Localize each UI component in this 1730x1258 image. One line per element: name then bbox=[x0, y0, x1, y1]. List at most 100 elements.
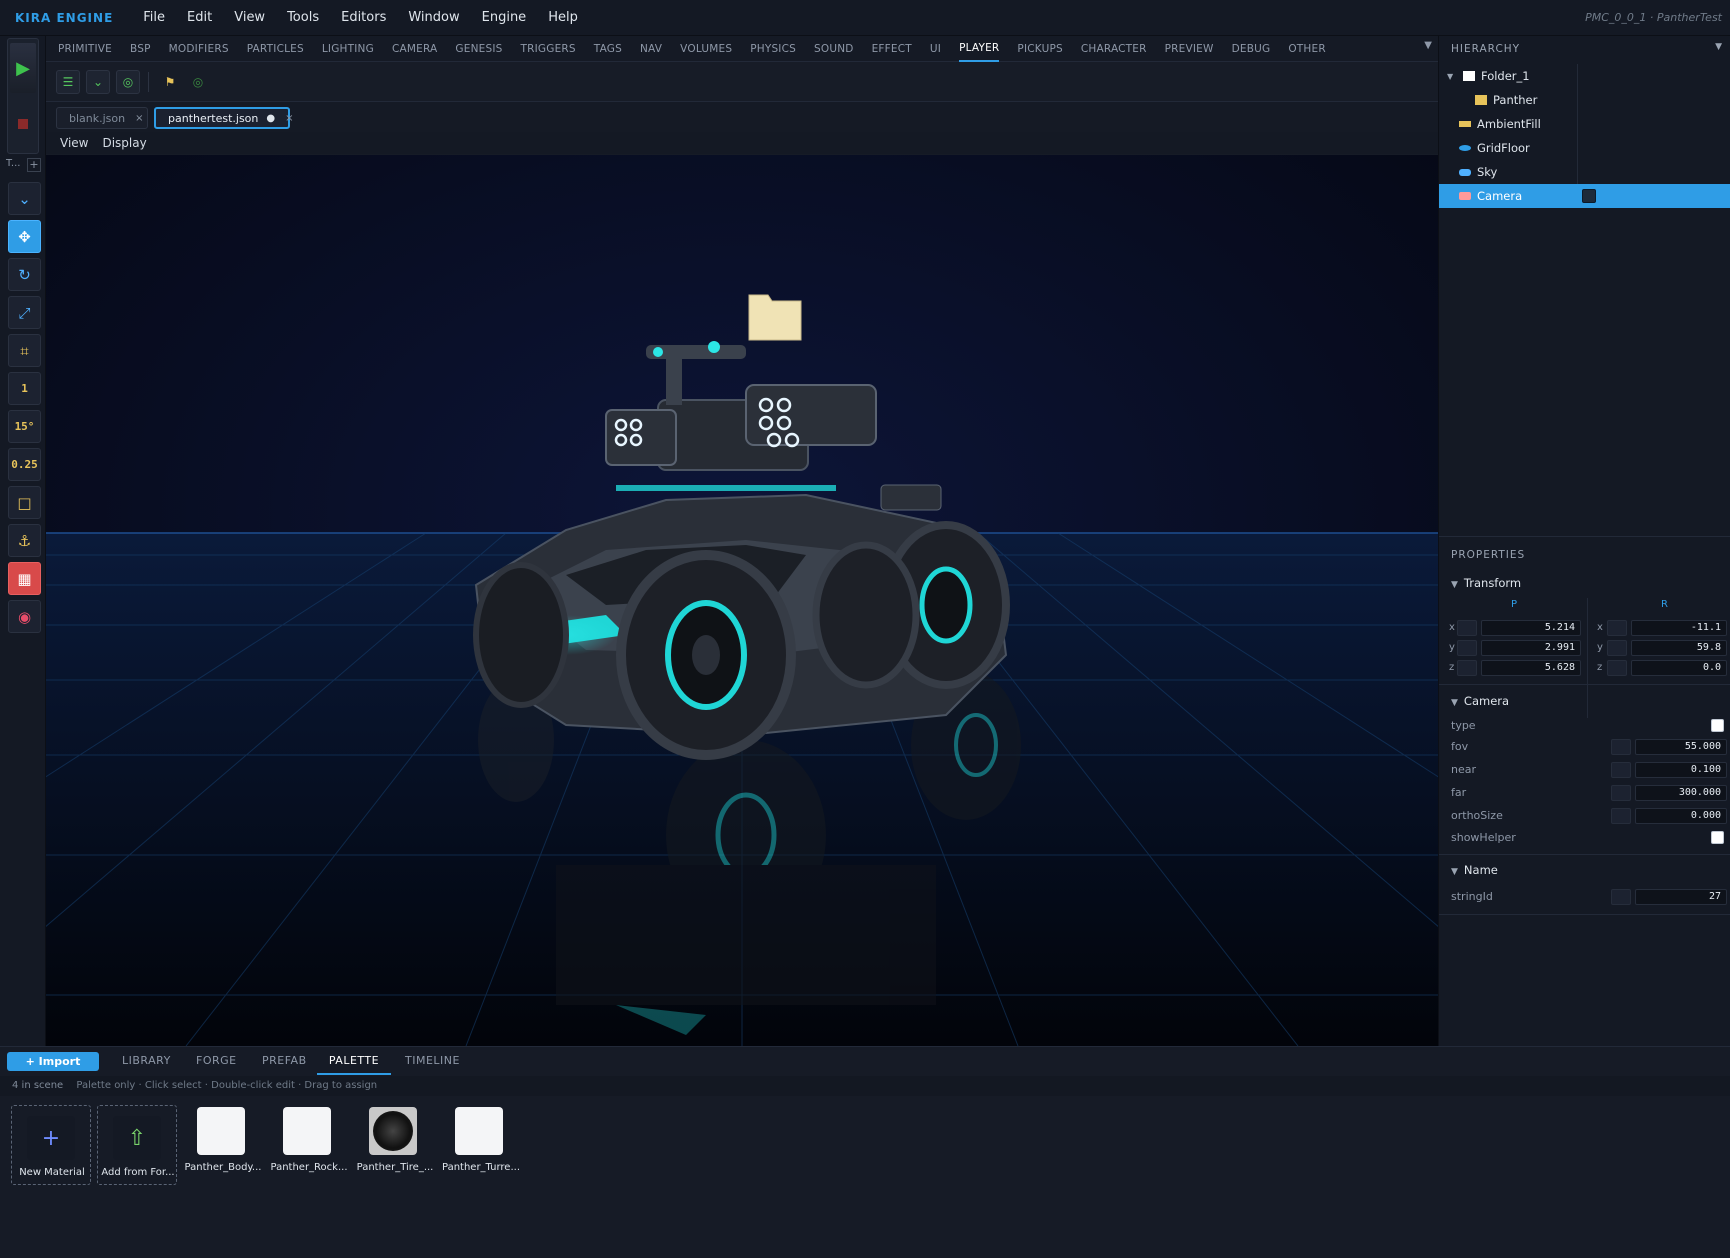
tab-primitive[interactable]: PRIMITIVE bbox=[58, 36, 112, 62]
close-icon[interactable]: × bbox=[135, 113, 143, 124]
flag-button[interactable]: ⚑ bbox=[158, 70, 182, 94]
menu-edit[interactable]: Edit bbox=[187, 10, 212, 25]
tab-palette[interactable]: PALETTE bbox=[317, 1051, 391, 1075]
ortho-size-field[interactable]: 0.000 bbox=[1635, 808, 1727, 824]
crop-tool[interactable]: ⌗ bbox=[8, 334, 41, 367]
keyframe-button[interactable] bbox=[1607, 660, 1627, 676]
tab-character[interactable]: CHARACTER bbox=[1081, 36, 1147, 62]
hierarchy-item-sky[interactable]: Sky bbox=[1439, 160, 1730, 184]
tab-volumes[interactable]: VOLUMES bbox=[680, 36, 732, 62]
material-panther-rock[interactable]: Panther_Rock... bbox=[269, 1107, 349, 1185]
list-button[interactable]: ☰ bbox=[56, 70, 80, 94]
tab-genesis[interactable]: GENESIS bbox=[455, 36, 502, 62]
tab-library[interactable]: LIBRARY bbox=[122, 1051, 171, 1075]
move-tool[interactable]: ✥ bbox=[8, 220, 41, 253]
menu-help[interactable]: Help bbox=[548, 10, 578, 25]
material-panther-tire[interactable]: Panther_Tire_... bbox=[355, 1107, 435, 1185]
position-z-field[interactable]: 5.628 bbox=[1481, 660, 1581, 676]
rotate-tool[interactable]: ↻ bbox=[8, 258, 41, 291]
tab-lighting[interactable]: LIGHTING bbox=[322, 36, 374, 62]
stop-button[interactable] bbox=[10, 99, 36, 149]
far-field[interactable]: 300.000 bbox=[1635, 785, 1727, 801]
angle-snap-button[interactable]: 15° bbox=[8, 410, 41, 443]
tab-nav[interactable]: NAV bbox=[640, 36, 662, 62]
string-id-field[interactable]: 27 bbox=[1635, 889, 1727, 905]
rotation-x-field[interactable]: -11.1 bbox=[1631, 620, 1727, 636]
tab-forge[interactable]: FORGE bbox=[196, 1051, 237, 1075]
tab-ui[interactable]: UI bbox=[930, 36, 941, 62]
hierarchy-collapse-icon[interactable]: ▼ bbox=[1715, 42, 1722, 52]
target-button[interactable]: ◎ bbox=[116, 70, 140, 94]
menu-file[interactable]: File bbox=[143, 10, 165, 25]
import-button[interactable]: + Import bbox=[7, 1052, 99, 1071]
name-section-header[interactable]: ▼ Name bbox=[1439, 858, 1730, 882]
tab-prefab[interactable]: PREFAB bbox=[262, 1051, 307, 1075]
tab-effect[interactable]: EFFECT bbox=[872, 36, 912, 62]
hierarchy-item-folder[interactable]: ▼ Folder_1 bbox=[1439, 64, 1730, 88]
display-menu[interactable]: Display bbox=[102, 136, 146, 150]
keyframe-button[interactable] bbox=[1611, 889, 1631, 905]
position-y-field[interactable]: 2.991 bbox=[1481, 640, 1581, 656]
show-helper-checkbox[interactable] bbox=[1711, 831, 1724, 844]
waypoint-button[interactable]: ◎ bbox=[186, 70, 210, 94]
rotation-z-field[interactable]: 0.0 bbox=[1631, 660, 1727, 676]
pivot-toggle[interactable]: ⚓ bbox=[8, 524, 41, 557]
bounds-toggle[interactable]: □ bbox=[8, 486, 41, 519]
hierarchy-item-ambientfill[interactable]: AmbientFill bbox=[1439, 112, 1730, 136]
more-tabs-dropdown-icon[interactable]: ▼ bbox=[1424, 40, 1432, 51]
play-button[interactable]: ▶ bbox=[10, 43, 36, 93]
record-toggle[interactable]: ◉ bbox=[8, 600, 41, 633]
menu-tools[interactable]: Tools bbox=[287, 10, 319, 25]
tab-tags[interactable]: TAGS bbox=[594, 36, 622, 62]
tab-bsp[interactable]: BSP bbox=[130, 36, 151, 62]
keyframe-button[interactable] bbox=[1611, 808, 1631, 824]
tab-physics[interactable]: PHYSICS bbox=[750, 36, 796, 62]
view-menu[interactable]: View bbox=[60, 136, 88, 150]
tab-particles[interactable]: PARTICLES bbox=[247, 36, 304, 62]
hierarchy-item-panther[interactable]: Panther bbox=[1439, 88, 1730, 112]
rotation-y-field[interactable]: 59.8 bbox=[1631, 640, 1727, 656]
hierarchy-item-camera[interactable]: Camera bbox=[1439, 184, 1730, 208]
keyframe-button[interactable] bbox=[1611, 739, 1631, 755]
close-icon[interactable]: × bbox=[285, 113, 293, 124]
grid-toggle[interactable]: ▦ bbox=[8, 562, 41, 595]
material-panther-body[interactable]: Panther_Body... bbox=[183, 1107, 263, 1185]
expand-icon[interactable]: ▼ bbox=[1447, 72, 1459, 81]
keyframe-button[interactable] bbox=[1457, 660, 1477, 676]
tab-preview[interactable]: PREVIEW bbox=[1165, 36, 1214, 62]
spawn-button[interactable]: ⌄ bbox=[86, 70, 110, 94]
tab-pickups[interactable]: PICKUPS bbox=[1017, 36, 1062, 62]
menu-engine[interactable]: Engine bbox=[482, 10, 527, 25]
type-checkbox[interactable] bbox=[1711, 719, 1724, 732]
scene-viewport[interactable] bbox=[46, 155, 1438, 1046]
grid-snap-button[interactable]: 1 bbox=[8, 372, 41, 405]
scale-tool[interactable]: ⤢ bbox=[8, 296, 41, 329]
folder-gizmo-icon[interactable] bbox=[748, 294, 802, 341]
file-tab-blank[interactable]: blank.json × bbox=[56, 107, 148, 129]
keyframe-button[interactable] bbox=[1457, 640, 1477, 656]
keyframe-button[interactable] bbox=[1457, 620, 1477, 636]
position-x-field[interactable]: 5.214 bbox=[1481, 620, 1581, 636]
tab-triggers[interactable]: TRIGGERS bbox=[521, 36, 576, 62]
fov-field[interactable]: 55.000 bbox=[1635, 739, 1727, 755]
add-tool-button[interactable]: + bbox=[27, 158, 41, 172]
add-from-forge-button[interactable]: ⇧ Add from For... bbox=[97, 1105, 177, 1185]
keyframe-button[interactable] bbox=[1607, 620, 1627, 636]
tab-player[interactable]: PLAYER bbox=[959, 36, 1000, 62]
menu-editors[interactable]: Editors bbox=[341, 10, 386, 25]
keyframe-button[interactable] bbox=[1611, 785, 1631, 801]
file-tab-panthertest[interactable]: panthertest.json ● × bbox=[154, 107, 294, 129]
near-field[interactable]: 0.100 bbox=[1635, 762, 1727, 778]
new-material-button[interactable]: + New Material bbox=[11, 1105, 91, 1185]
camera-section-header[interactable]: ▼ Camera bbox=[1439, 689, 1730, 713]
keyframe-button[interactable] bbox=[1607, 640, 1627, 656]
hierarchy-item-gridfloor[interactable]: GridFloor bbox=[1439, 136, 1730, 160]
tab-other[interactable]: OTHER bbox=[1288, 36, 1326, 62]
menu-view[interactable]: View bbox=[234, 10, 265, 25]
tab-camera[interactable]: CAMERA bbox=[392, 36, 437, 62]
transform-section-header[interactable]: ▼ Transform bbox=[1439, 571, 1730, 595]
select-tool[interactable]: ⌄ bbox=[8, 182, 41, 215]
tab-timeline[interactable]: TIMELINE bbox=[405, 1051, 460, 1075]
keyframe-button[interactable] bbox=[1611, 762, 1631, 778]
tab-debug[interactable]: DEBUG bbox=[1232, 36, 1271, 62]
